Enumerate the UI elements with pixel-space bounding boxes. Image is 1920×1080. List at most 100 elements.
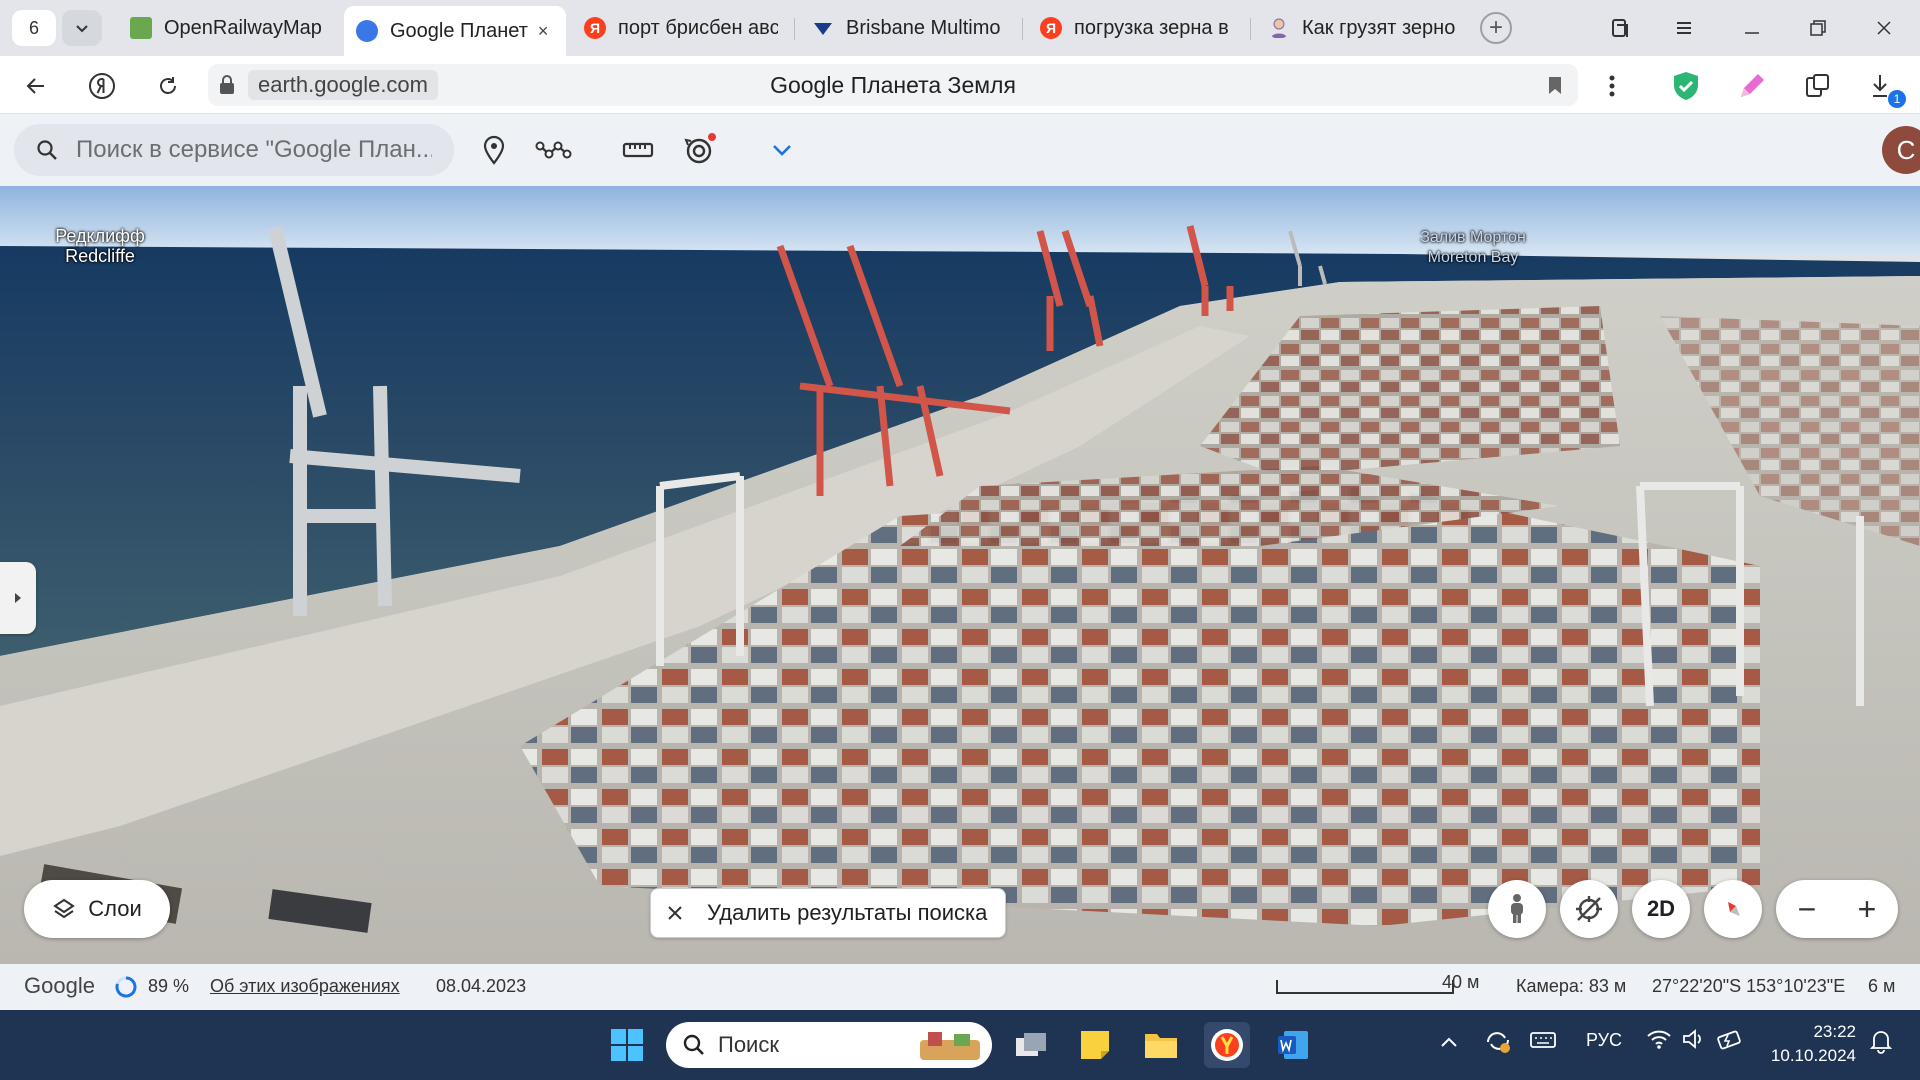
- place-label-ru: Редклифф: [55, 226, 145, 246]
- start-button[interactable]: [604, 1022, 650, 1068]
- tab-grain-loading[interactable]: Я погрузка зерна в: [1028, 6, 1246, 50]
- pegman-icon: [1511, 894, 1523, 923]
- back-button[interactable]: [16, 66, 56, 106]
- reload-button[interactable]: [148, 66, 188, 106]
- street-view-button[interactable]: [1488, 880, 1546, 938]
- zoom-in-button[interactable]: +: [1842, 888, 1892, 930]
- kebab-menu-icon: [1609, 75, 1615, 97]
- tab-title: Brisbane Multimo: [846, 16, 1001, 39]
- timelapse-button[interactable]: [680, 130, 720, 170]
- close-window-icon[interactable]: [1864, 10, 1904, 46]
- more-options-button[interactable]: [1592, 66, 1632, 106]
- wifi-tray-icon[interactable]: [1646, 1028, 1672, 1055]
- tab-google-earth[interactable]: Google Планет ×: [344, 6, 566, 56]
- lock-icon: [220, 75, 234, 94]
- loading-progress-icon: [115, 976, 137, 998]
- word-icon: [1278, 1031, 1308, 1059]
- address-bar[interactable]: earth.google.com Google Планета Земля: [208, 64, 1578, 106]
- restore-icon[interactable]: [1798, 10, 1838, 46]
- scale-label: 40 м: [1442, 972, 1480, 992]
- bookmark-icon[interactable]: [1546, 75, 1564, 95]
- shield-check-icon: [1674, 72, 1698, 100]
- tab-separator: [794, 18, 795, 40]
- chevron-up-icon: [1441, 1037, 1457, 1047]
- tab-port-brisbane[interactable]: Я порт брисбен авс: [572, 6, 790, 50]
- layers-button[interactable]: Слои: [24, 880, 170, 938]
- task-view-button[interactable]: [1008, 1022, 1054, 1068]
- draw-path-button[interactable]: [534, 130, 574, 170]
- person-favicon-icon: [1271, 18, 1287, 38]
- minimize-icon[interactable]: [1732, 10, 1772, 46]
- place-label-moreton-bay[interactable]: Залив Мортон Moreton Bay: [1400, 228, 1546, 268]
- volume-tray-icon[interactable]: [1682, 1028, 1706, 1055]
- more-tools-button[interactable]: [762, 130, 802, 170]
- battery-charging-icon: [1717, 1030, 1741, 1050]
- chevron-down-icon: [773, 145, 791, 156]
- earth-status-bar: Google 89 % Об этих изображениях 08.04.2…: [0, 964, 1920, 1010]
- yandex-browser-app[interactable]: [1204, 1022, 1250, 1068]
- chevron-right-icon: [15, 593, 21, 603]
- pen-extension-button[interactable]: [1732, 66, 1772, 106]
- earth-search[interactable]: [14, 124, 454, 176]
- google-earth-favicon-icon: [356, 20, 378, 42]
- taskbar-search[interactable]: Поиск: [666, 1022, 992, 1068]
- earth-3d-view[interactable]: Редклифф Redcliffe Залив Мортон Moreton …: [0, 186, 1920, 964]
- tab-list-dropdown[interactable]: [62, 10, 102, 46]
- clear-search-label: Удалить результаты поиска: [707, 900, 988, 925]
- system-clock[interactable]: 23:22 10.10.2024: [1760, 1020, 1856, 1068]
- new-tab-button[interactable]: +: [1480, 12, 1512, 44]
- notifications-button[interactable]: [1868, 1028, 1894, 1059]
- input-language[interactable]: РУС: [1586, 1030, 1622, 1051]
- extensions-button[interactable]: [1798, 66, 1838, 106]
- tab-title: OpenRailwayMap: [164, 16, 322, 39]
- word-app[interactable]: [1270, 1022, 1316, 1068]
- bell-icon: [1869, 1031, 1893, 1054]
- zoom-out-button[interactable]: −: [1782, 888, 1832, 930]
- collections-icon[interactable]: [1600, 10, 1640, 46]
- zoom-controls: − +: [1776, 880, 1898, 938]
- clock-time: 23:22: [1813, 1022, 1856, 1041]
- measure-button[interactable]: [618, 130, 658, 170]
- compass-button[interactable]: [1704, 880, 1762, 938]
- protect-shield-button[interactable]: [1666, 66, 1706, 106]
- tab-title: порт брисбен авс: [618, 16, 778, 39]
- menu-icon[interactable]: [1664, 10, 1704, 46]
- yandex-home-button[interactable]: [82, 66, 122, 106]
- clear-search-results-button[interactable]: Удалить результаты поиска: [650, 888, 1006, 938]
- close-tab-icon[interactable]: ×: [538, 21, 549, 42]
- toggle-2d-button[interactable]: 2D: [1632, 880, 1690, 938]
- tab-count-button[interactable]: 6: [12, 10, 56, 46]
- file-explorer-app[interactable]: [1138, 1022, 1184, 1068]
- brisbane-favicon-icon: [814, 23, 832, 35]
- show-hidden-icons[interactable]: [1440, 1032, 1458, 1053]
- sync-tray-icon[interactable]: [1484, 1028, 1512, 1059]
- battery-tray-icon[interactable]: [1716, 1028, 1744, 1055]
- chevron-down-icon: [76, 25, 88, 33]
- earth-search-input[interactable]: [74, 135, 434, 165]
- url-text[interactable]: earth.google.com: [248, 70, 438, 100]
- open-side-panel-button[interactable]: [0, 562, 36, 634]
- keyboard-tray-icon[interactable]: [1530, 1030, 1556, 1055]
- place-label-redcliffe[interactable]: Редклифф Redcliffe: [44, 226, 156, 266]
- port-scene-image: [0, 186, 1920, 964]
- earth-toolbar: C: [0, 114, 1920, 186]
- tab-title: Как грузят зерно: [1302, 16, 1456, 39]
- download-count-badge: 1: [1888, 90, 1906, 108]
- downloads-button[interactable]: 1: [1864, 66, 1906, 108]
- reset-tilt-button[interactable]: [1560, 880, 1618, 938]
- elevation: 6 м: [1868, 976, 1896, 996]
- sticky-note-icon: [1081, 1031, 1109, 1059]
- compass-icon: [1728, 902, 1740, 916]
- layers-label: Слои: [88, 896, 142, 921]
- tab-brisbane-multimodal[interactable]: Brisbane Multimo: [800, 6, 1018, 50]
- tab-openrailwaymap[interactable]: OpenRailwayMap: [118, 6, 338, 50]
- map-pin-icon: [483, 135, 505, 165]
- folder-icon: [1145, 1034, 1177, 1058]
- close-icon: [668, 906, 682, 920]
- add-placemark-button[interactable]: [474, 130, 514, 170]
- tab-how-grain-loaded[interactable]: Как грузят зерно: [1256, 6, 1474, 50]
- account-avatar[interactable]: C: [1882, 126, 1920, 174]
- camera-altitude: Камера: 83 м: [1516, 976, 1627, 996]
- sticky-notes-app[interactable]: [1072, 1022, 1118, 1068]
- about-imagery-link[interactable]: Об этих изображениях: [210, 976, 400, 997]
